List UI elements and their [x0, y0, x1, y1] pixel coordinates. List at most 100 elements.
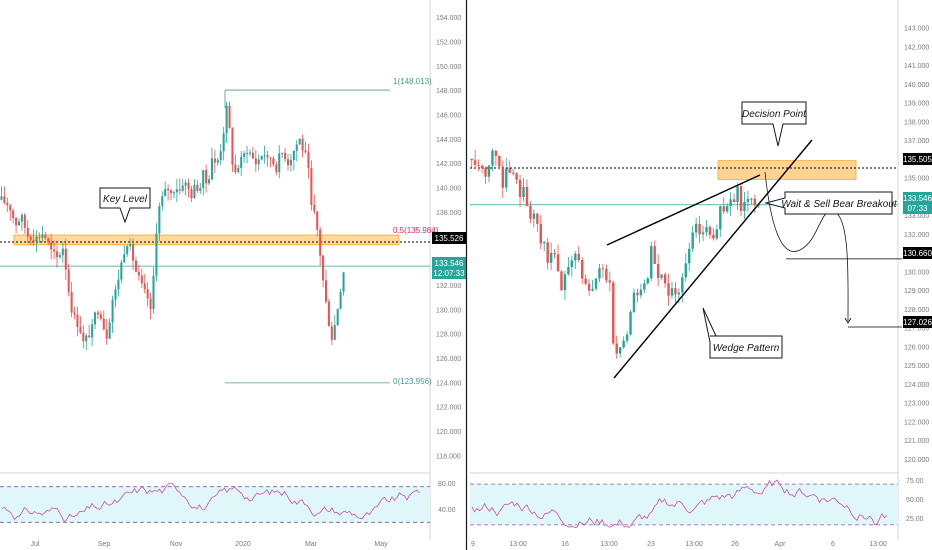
candle-body [532, 213, 536, 219]
left-rsi-panel: 80.00 40.00 [0, 481, 456, 523]
left-x-tick-label: Jul [31, 541, 40, 548]
wedge-pattern-label: Wedge Pattern [713, 343, 780, 354]
candle-body [342, 272, 345, 292]
candle-body [705, 226, 708, 233]
candle-body [73, 312, 76, 315]
key-level-callout: Key Level [99, 187, 151, 224]
candle-body [266, 155, 269, 158]
left-x-tick-label: Sep [98, 541, 111, 548]
candle-body [556, 254, 560, 272]
candle-body [570, 260, 574, 267]
candle-body [286, 159, 290, 166]
candle-body [234, 164, 237, 173]
candle-body [729, 199, 732, 207]
key-level-label: Key Level [103, 194, 148, 205]
candle-body [674, 288, 677, 295]
left-time-axis: Jul Sep Nov 2020 Mar May [31, 541, 389, 548]
fib-level-1-label: 1(148.013) [393, 77, 432, 86]
rsi-tick-label: 40.00 [438, 507, 456, 514]
left-y-tick-label: 122.000 [436, 405, 461, 412]
candle-body [560, 271, 563, 291]
candle-body [79, 327, 82, 333]
candle-body [237, 167, 240, 173]
candle-body [681, 277, 684, 293]
candle-body [64, 248, 67, 270]
candle-body [587, 283, 591, 291]
left-level-price-tag: 135.526 [432, 232, 466, 244]
candle-body [0, 196, 3, 200]
candle-body [660, 274, 663, 278]
candle-body [114, 289, 117, 300]
candle-body [701, 232, 705, 235]
candle-body [636, 292, 639, 296]
candle-body [584, 278, 587, 284]
candle-body [181, 185, 184, 191]
candle-body [307, 152, 310, 169]
candle-body [719, 206, 722, 230]
right-y-tick-label: 126.000 [904, 344, 929, 351]
right-y-tick-label: 122.000 [904, 419, 929, 426]
right-chart-panel: 143.000 142.000 141.000 140.000 139.000 138.0… [470, 0, 932, 548]
left-y-tick-label: 140.000 [436, 186, 461, 193]
candle-body [140, 275, 143, 284]
candle-body [120, 262, 123, 280]
candle-body [712, 234, 715, 239]
candle-body [289, 159, 292, 166]
chart-canvas: 154.000 152.000 150.000 148.000 146.000 144.0… [0, 0, 932, 550]
candle-body [269, 157, 272, 159]
right-x-tick-label: 9 [471, 541, 475, 548]
candle-body [213, 158, 216, 163]
candle-body [91, 324, 94, 338]
candle-body [546, 242, 549, 263]
rsi-tick-label: 75.00 [906, 478, 924, 485]
left-key-level-zone [0, 234, 430, 267]
right-y-tick-label: 125.000 [904, 363, 929, 370]
left-x-tick-label: May [374, 541, 388, 548]
candle-body [688, 248, 691, 264]
candle-body [167, 188, 170, 191]
left-y-tick-label: 128.000 [436, 332, 461, 339]
candle-body [615, 343, 618, 354]
left-y-tick-label: 148.000 [436, 88, 461, 95]
candle-body [750, 198, 753, 200]
left-y-tick-label: 138.000 [436, 210, 461, 217]
left-y-tick-label: 142.000 [436, 161, 461, 168]
rsi-tick-label: 80.00 [438, 481, 456, 488]
candle-body [522, 186, 525, 198]
candle-body [210, 158, 213, 180]
candle-body [53, 249, 56, 252]
left-grid [0, 0, 431, 540]
candle-body [539, 223, 542, 244]
right-y-tick-label: 142.000 [904, 44, 929, 51]
candle-body [134, 260, 137, 272]
candle-body [170, 190, 173, 194]
candle-body [650, 246, 653, 279]
candle-body [67, 269, 70, 293]
candle-body [70, 292, 73, 313]
wait-sell-label: Wait & Sell Bear Breakout [781, 199, 898, 210]
candle-body [529, 205, 532, 219]
candle-body [667, 283, 670, 296]
wait-sell-callout: Wait & Sell Bear Breakout [764, 191, 898, 215]
candle-body [629, 311, 632, 335]
candle-body [501, 166, 505, 188]
candle-body [656, 263, 660, 278]
candle-body [146, 289, 149, 299]
candle-body [272, 158, 275, 165]
right-y-tick-label: 139.000 [904, 101, 929, 108]
candle-body [494, 150, 498, 156]
candle-body [618, 347, 622, 354]
right-y-tick-label: 135.000 [904, 176, 929, 183]
right-current-tag-price: 133.546 [903, 194, 932, 203]
left-y-tick-label: 126.000 [436, 356, 461, 363]
right-target2-tag-text: 127.026 [903, 318, 932, 327]
candle-body [319, 229, 322, 256]
candle-body [708, 226, 712, 235]
candle-body [152, 275, 155, 309]
left-level-tag-text: 135.526 [435, 234, 464, 243]
right-y-tick-label: 137.000 [904, 138, 929, 145]
candle-body [248, 152, 252, 154]
candle-body [298, 138, 301, 145]
candle-body [316, 211, 319, 230]
fib-level-0-label: 0(123.956) [393, 377, 432, 386]
